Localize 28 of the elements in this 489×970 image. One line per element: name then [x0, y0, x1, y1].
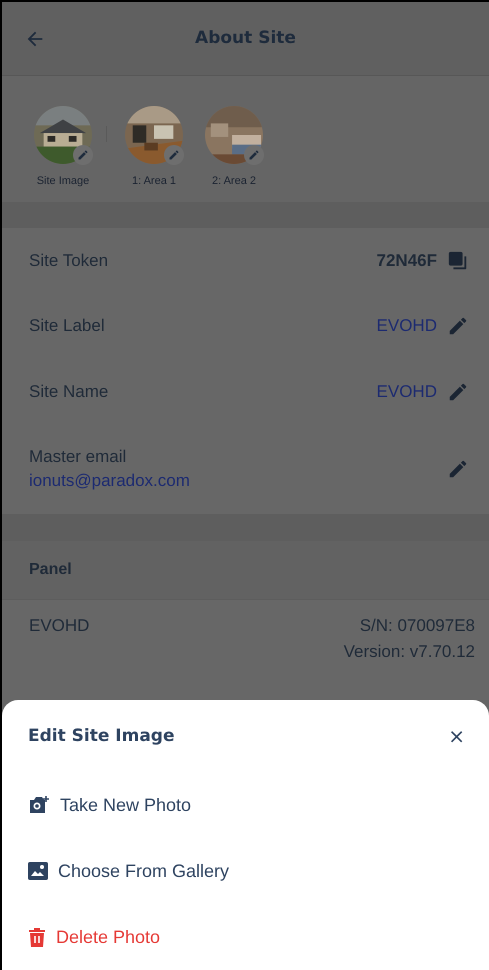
- row-label: Site Label: [29, 316, 105, 336]
- camera-icon: [28, 795, 50, 816]
- email-value: ionuts@paradox.com: [29, 471, 190, 492]
- panel-name: EVOHD: [29, 616, 90, 636]
- copy-button[interactable]: [447, 250, 469, 272]
- row-label: Site Name: [29, 382, 108, 402]
- section-heading: Panel: [29, 561, 72, 580]
- row-label: Master email: [29, 447, 128, 468]
- sheet-title: Edit Site Image: [28, 726, 175, 746]
- serial-number: S/N: 070097E8: [360, 616, 475, 636]
- image-label: Site Image: [36, 174, 90, 188]
- menu-item[interactable]: Choose From Gallery: [28, 838, 230, 904]
- edit-button[interactable]: [72, 144, 94, 166]
- image-icon: [28, 862, 48, 880]
- token-value: 72N46F: [376, 250, 437, 271]
- image-label: 2: Area 2: [212, 174, 256, 188]
- menu-item[interactable]: Take New Photo: [28, 772, 192, 838]
- close-button[interactable]: ×: [444, 724, 469, 748]
- menu-item[interactable]: Delete Photo: [28, 904, 160, 970]
- screen-title: About Site: [195, 28, 296, 48]
- image-label: 1: Area 1: [132, 174, 176, 188]
- trash-icon: [28, 927, 46, 948]
- row-label: Site Token: [29, 250, 108, 271]
- edit-button[interactable]: [163, 144, 185, 166]
- row-value: EVOHD: [376, 382, 437, 402]
- version-text: Version: v7.70.12: [344, 642, 475, 662]
- edit-button[interactable]: [243, 144, 265, 166]
- row-value: EVOHD: [376, 316, 437, 336]
